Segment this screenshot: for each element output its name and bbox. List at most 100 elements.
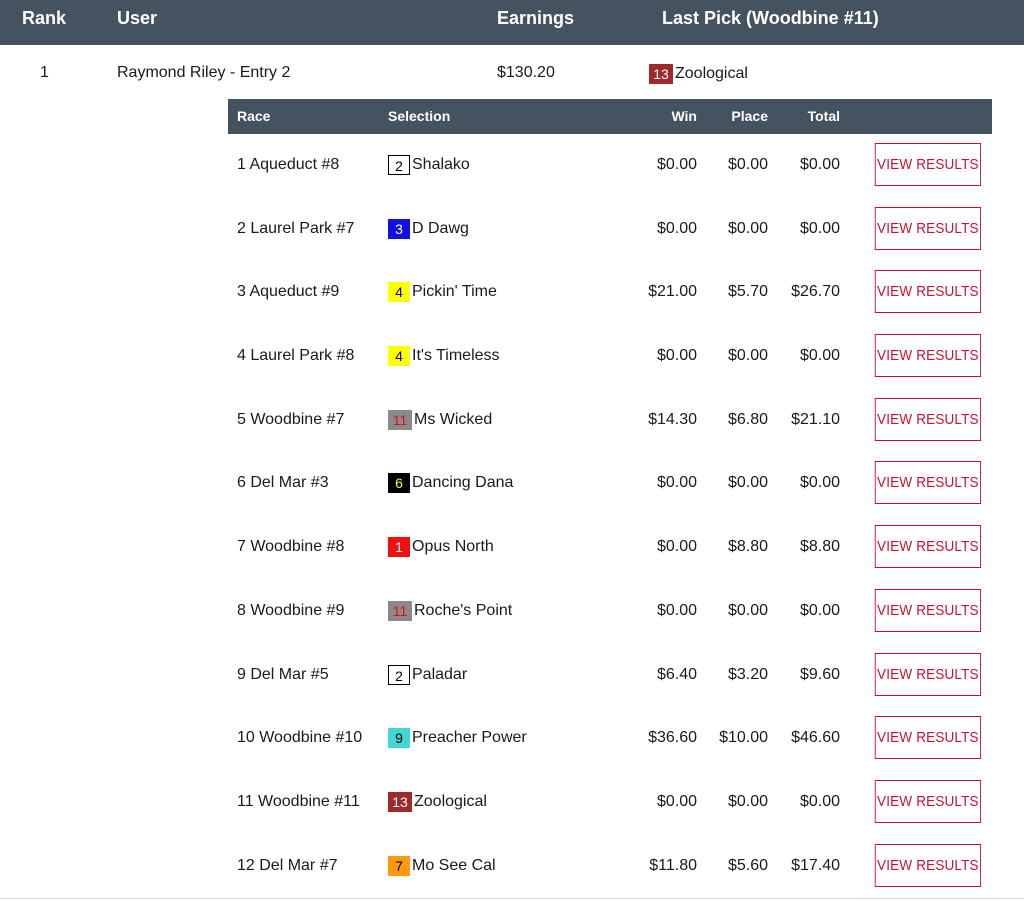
horse-name: Preacher Power [412, 729, 527, 747]
table-row: 9 Del Mar #5 2 Paladar $6.40 $3.20 $9.60 VIEW … [228, 644, 992, 708]
saddlecloth-number-badge: 9 [388, 728, 410, 749]
place-amount: $0.00 [727, 792, 768, 810]
saddlecloth-number-badge: 7 [388, 855, 410, 876]
selection-cell: 2 Shalako [388, 155, 470, 175]
view-results-button[interactable]: VIEW RESULTS [874, 270, 981, 314]
total-column-header: Total [807, 108, 840, 124]
win-amount: $36.60 [648, 729, 697, 747]
race-name: 3 Aqueduct #9 [237, 283, 340, 301]
selection-cell: 9 Preacher Power [388, 728, 527, 749]
view-results-button[interactable]: VIEW RESULTS [874, 843, 981, 887]
selection-cell: 3D Dawg [388, 218, 469, 239]
bottom-divider [0, 898, 1024, 899]
table-row: 1 Aqueduct #8 2 Shalako $0.00 $0.00 $0.00 VIEW… [228, 134, 992, 198]
table-row: 4 Laurel Park #8 4 It's Timeless $0.00 $0.00… [228, 325, 992, 389]
saddlecloth-number-badge: 4 [388, 282, 410, 303]
table-row: 5 Woodbine #7 11 Ms Wicked $14.30 $6.80 $21.1… [228, 389, 992, 453]
selection-cell: 7 Mo See Cal [388, 855, 496, 876]
horse-name: Opus North [412, 538, 494, 556]
win-amount: $0.00 [656, 601, 697, 619]
race-name: 12 Del Mar #7 [237, 856, 338, 874]
view-results-button[interactable]: VIEW RESULTS [874, 525, 981, 569]
horse-name: Shalako [412, 156, 470, 173]
table-row: 10 Woodbine #10 9 Preacher Power $36.60 $10.… [228, 707, 992, 771]
selection-cell: 4 Pickin' Time [388, 282, 497, 303]
saddlecloth-number-badge: 2 [388, 155, 410, 175]
place-amount: $0.00 [727, 156, 768, 173]
selection-column-header: Selection [388, 108, 451, 124]
picks-table-body: 1 Aqueduct #8 2 Shalako $0.00 $0.00 $0.00 VIEW… [228, 134, 992, 898]
selection-cell: 4 It's Timeless [388, 346, 500, 367]
table-row: 11 Woodbine #11 13 Zoological $0.00 $0.00 $0.… [228, 771, 992, 835]
saddlecloth-number-badge: 13 [388, 791, 412, 812]
race-name: 5 Woodbine #7 [237, 410, 345, 428]
selection-cell: 6 Dancing Dana [388, 473, 514, 494]
race-name: 6 Del Mar #3 [237, 474, 329, 492]
saddlecloth-number-badge: 6 [388, 473, 410, 494]
view-results-button[interactable]: VIEW RESULTS [874, 397, 981, 441]
place-amount: $5.70 [727, 283, 768, 301]
place-amount: $0.00 [727, 347, 768, 365]
view-results-button[interactable]: VIEW RESULTS [874, 652, 981, 696]
view-results-button[interactable]: VIEW RESULTS [874, 206, 981, 250]
entry-last-pick: 13 Zoological [649, 64, 748, 84]
view-results-button[interactable]: VIEW RESULTS [874, 143, 981, 186]
place-amount: $0.00 [727, 219, 768, 237]
saddlecloth-number-badge: 2 [388, 664, 410, 685]
selection-cell: 13 Zoological [388, 791, 487, 812]
entry-rank: 1 [40, 64, 49, 81]
table-row: 3 Aqueduct #9 4 Pickin' Time $21.00 $5.70 $26… [228, 261, 992, 325]
table-row: 8 Woodbine #9 11 Roche's Point $0.00 $0.00 $0… [228, 580, 992, 644]
race-name: 4 Laurel Park #8 [237, 347, 355, 365]
saddlecloth-number-badge: 11 [388, 409, 412, 430]
total-amount: $26.70 [791, 283, 840, 301]
place-amount: $10.00 [719, 729, 768, 747]
view-results-button[interactable]: VIEW RESULTS [874, 461, 981, 505]
horse-name: Zoological [414, 792, 487, 810]
table-row: 12 Del Mar #7 7 Mo See Cal $11.80 $5.60 $17.4… [228, 835, 992, 899]
race-name: 7 Woodbine #8 [237, 538, 345, 556]
leaderboard-header: Rank User Earnings Last Pick (Woodbine #… [0, 0, 1024, 45]
total-amount: $0.00 [799, 601, 840, 619]
entry-user-name: Raymond Riley - Entry 2 [117, 64, 291, 81]
race-column-header: Race [237, 108, 271, 124]
place-column-header: Place [731, 108, 768, 124]
race-name: 2 Laurel Park #7 [237, 219, 355, 237]
win-amount: $0.00 [656, 538, 697, 556]
place-amount: $3.20 [727, 665, 768, 683]
total-amount: $21.10 [791, 410, 840, 428]
total-amount: $17.40 [791, 856, 840, 874]
race-name: 9 Del Mar #5 [237, 665, 329, 683]
race-name: 8 Woodbine #9 [237, 601, 345, 619]
win-amount: $0.00 [656, 792, 697, 810]
win-column-header: Win [671, 108, 697, 124]
total-amount: $0.00 [799, 219, 840, 237]
view-results-button[interactable]: VIEW RESULTS [874, 588, 981, 632]
horse-name: Dancing Dana [412, 474, 514, 492]
view-results-button[interactable]: VIEW RESULTS [874, 716, 981, 760]
table-row: 7 Woodbine #8 1 Opus North $0.00 $8.80 $8.80 V… [228, 516, 992, 580]
picks-table: Race Selection Win Place Total 1 Aqueduc… [228, 99, 992, 898]
entry-earnings: $130.20 [497, 64, 555, 81]
view-results-button[interactable]: VIEW RESULTS [874, 334, 981, 378]
horse-name: Ms Wicked [414, 410, 493, 428]
place-amount: $5.60 [727, 856, 768, 874]
place-amount: $8.80 [727, 538, 768, 556]
win-amount: $0.00 [656, 219, 697, 237]
horse-name: Pickin' Time [412, 283, 497, 301]
saddlecloth-number-badge: 1 [388, 537, 410, 558]
total-amount: $0.00 [799, 792, 840, 810]
horse-name: It's Timeless [412, 347, 500, 365]
total-amount: $0.00 [799, 156, 840, 173]
win-amount: $6.40 [656, 665, 697, 683]
place-amount: $0.00 [727, 474, 768, 492]
place-amount: $6.80 [727, 410, 768, 428]
win-amount: $0.00 [656, 347, 697, 365]
earnings-column-header: Earnings [497, 8, 575, 28]
view-results-button[interactable]: VIEW RESULTS [874, 779, 981, 823]
total-amount: $46.60 [791, 729, 840, 747]
saddlecloth-number-badge: 13 [649, 64, 673, 84]
leaderboard-entry-row: 1 Raymond Riley - Entry 2 $130.20 13 Zoo… [0, 45, 1024, 99]
selection-cell: 11 Ms Wicked [388, 409, 493, 430]
user-column-header: User [117, 8, 158, 28]
